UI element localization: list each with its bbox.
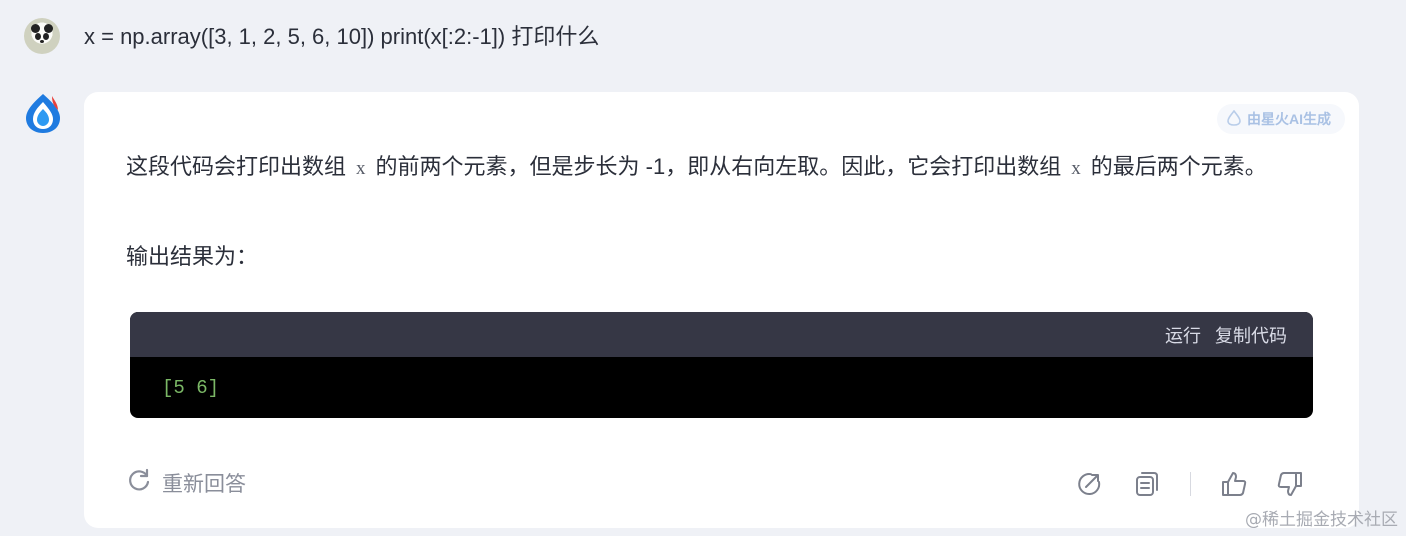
output-label: 输出结果为： bbox=[126, 244, 259, 269]
divider bbox=[1190, 472, 1191, 496]
refresh-icon bbox=[126, 467, 152, 499]
run-button[interactable]: 运行 bbox=[1165, 322, 1201, 348]
answer-text-part: 的最后两个元素。 bbox=[1090, 154, 1267, 179]
inline-code: x bbox=[356, 158, 366, 179]
copy-button[interactable] bbox=[1130, 467, 1164, 501]
like-button[interactable] bbox=[1217, 467, 1251, 501]
inline-code: x bbox=[1071, 158, 1081, 179]
user-message-row bbox=[24, 16, 60, 56]
answer-text-part: 这段代码会打印出数组 bbox=[126, 154, 347, 179]
copy-code-button[interactable]: 复制代码 bbox=[1215, 322, 1287, 348]
code-block-header: 运行 复制代码 bbox=[130, 312, 1313, 357]
user-avatar bbox=[24, 18, 60, 54]
share-button[interactable] bbox=[1072, 467, 1106, 501]
watermark: @稀土掘金技术社区 bbox=[1245, 510, 1398, 530]
answer-paragraph: 这段代码会打印出数组 x 的前两个元素，但是步长为 -1，即从右向左取。因此，它会打… bbox=[126, 146, 1326, 190]
thumbs-down-icon bbox=[1277, 472, 1302, 496]
answer-actions bbox=[1072, 467, 1307, 501]
user-question: x = np.array([3, 1, 2, 5, 6, 10]) print(… bbox=[84, 24, 600, 49]
spark-logo-icon bbox=[24, 92, 62, 134]
regenerate-button[interactable]: 重新回答 bbox=[126, 467, 246, 499]
regenerate-label: 重新回答 bbox=[162, 473, 246, 496]
answer-card: 由星火AI生成 这段代码会打印出数组 x 的前两个元素，但是步长为 -1，即从右向左… bbox=[84, 92, 1359, 528]
ai-generated-badge: 由星火AI生成 bbox=[1217, 104, 1345, 134]
drop-icon bbox=[1227, 109, 1241, 129]
share-icon bbox=[1078, 473, 1101, 496]
code-output: [5 6] bbox=[162, 376, 220, 399]
dislike-button[interactable] bbox=[1273, 467, 1307, 501]
thumbs-up-icon bbox=[1222, 472, 1247, 496]
code-block: 运行 复制代码 [5 6] bbox=[130, 312, 1313, 418]
copy-icon bbox=[1136, 472, 1158, 496]
answer-text-part: 的前两个元素，但是步长为 -1，即从右向左取。因此，它会打印出数组 bbox=[375, 154, 1062, 179]
badge-label: 由星火AI生成 bbox=[1247, 111, 1331, 127]
